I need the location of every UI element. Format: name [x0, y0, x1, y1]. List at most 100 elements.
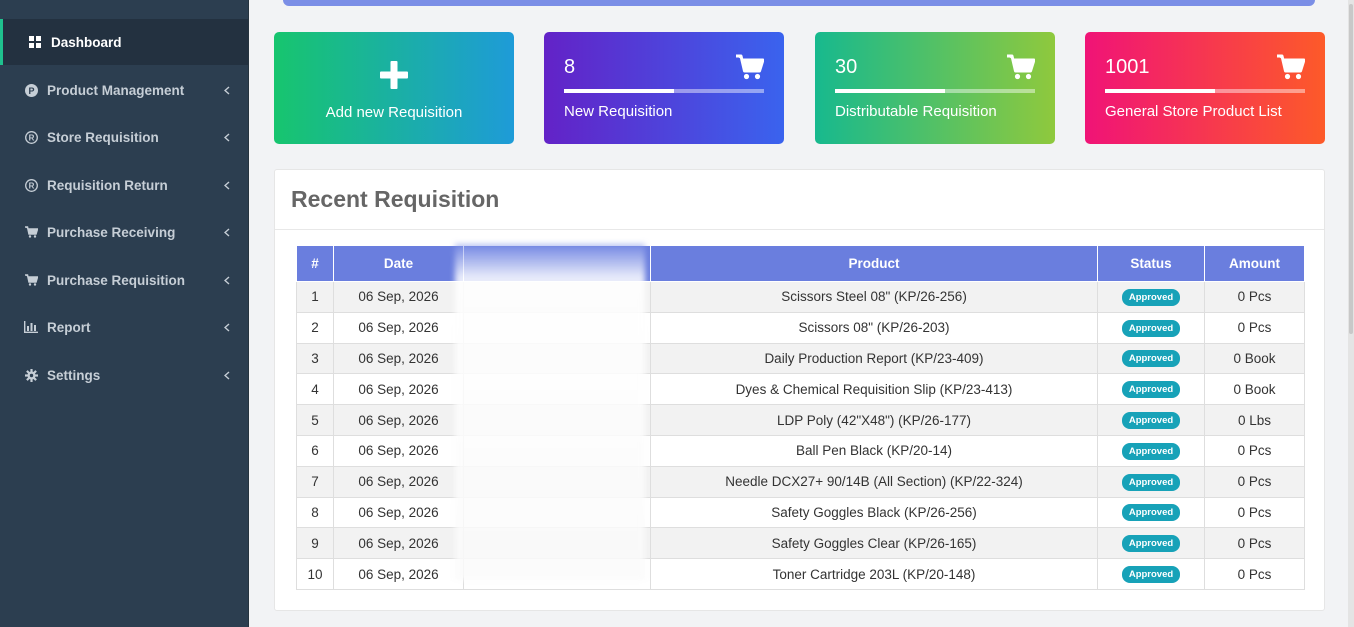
- row-status: Approved: [1097, 311, 1205, 344]
- page-scrollbar[interactable]: [1348, 0, 1354, 627]
- table-row[interactable]: 5 06 Sep, 2026 LDP Poly (42"X48") (KP/26-1…: [296, 404, 1305, 436]
- column-header-amount[interactable]: Amount: [1204, 245, 1305, 282]
- card-label: General Store Product List: [1105, 103, 1282, 120]
- sidebar: Dashboard P Product Management R Store R…: [0, 0, 249, 627]
- new-requisition-card[interactable]: 8 New Requisition: [544, 32, 784, 144]
- table-row[interactable]: 1 06 Sep, 2026 Scissors Steel 08" (KP/26-2…: [296, 281, 1305, 313]
- row-redacted: [463, 527, 651, 560]
- sidebar-item-settings[interactable]: Settings: [0, 352, 249, 398]
- row-date: 06 Sep, 2026: [333, 342, 464, 375]
- row-number: 10: [296, 558, 334, 590]
- row-redacted: [463, 496, 651, 529]
- row-date: 06 Sep, 2026: [333, 404, 464, 436]
- column-header-redacted[interactable]: [463, 245, 651, 282]
- sidebar-item-store-requisition[interactable]: R Store Requisition: [0, 114, 249, 160]
- sidebar-item-label: Requisition Return: [47, 177, 168, 193]
- sidebar-item-report[interactable]: Report: [0, 304, 249, 350]
- registered-icon: R: [24, 178, 38, 192]
- row-amount: 0 Pcs: [1204, 281, 1305, 313]
- card-count: 30: [835, 56, 858, 78]
- row-product: Dyes & Chemical Requisition Slip (KP/23-…: [650, 373, 1098, 406]
- sidebar-item-label: Store Requisition: [47, 129, 159, 145]
- row-number: 1: [296, 281, 334, 313]
- row-date: 06 Sep, 2026: [333, 558, 464, 590]
- table-row[interactable]: 2 06 Sep, 2026 Scissors 08" (KP/26-203) App…: [296, 311, 1305, 344]
- grid-icon: [28, 35, 42, 49]
- progress-bar: [564, 89, 764, 93]
- plus-icon: [380, 61, 408, 89]
- row-status: Approved: [1097, 496, 1205, 529]
- row-redacted: [463, 558, 651, 590]
- sidebar-item-purchase-requisition[interactable]: Purchase Requisition: [0, 257, 249, 303]
- row-number: 6: [296, 434, 334, 467]
- recent-requisition-panel: Recent Requisition # Date Product Status…: [274, 169, 1325, 611]
- row-redacted: [463, 404, 651, 436]
- status-badge: Approved: [1121, 504, 1181, 522]
- table-row[interactable]: 3 06 Sep, 2026 Daily Production Report (KP…: [296, 342, 1305, 375]
- cart-icon: [736, 54, 765, 80]
- table-row[interactable]: 8 06 Sep, 2026 Safety Goggles Black (KP/26…: [296, 496, 1305, 529]
- row-status: Approved: [1097, 434, 1205, 467]
- progress-fill: [835, 89, 945, 93]
- progress-fill: [1105, 89, 1215, 93]
- recent-requisition-table: # Date Product Status Amount 1 06 Sep, 20…: [296, 245, 1305, 590]
- status-badge: Approved: [1121, 350, 1181, 368]
- row-status: Approved: [1097, 342, 1205, 375]
- sidebar-item-label: Settings: [47, 367, 101, 383]
- cart-icon: [24, 273, 38, 287]
- column-header-date[interactable]: Date: [333, 245, 464, 282]
- column-header-product[interactable]: Product: [650, 245, 1098, 282]
- row-product: Ball Pen Black (KP/20-14): [650, 434, 1098, 467]
- row-redacted: [463, 465, 651, 498]
- row-date: 06 Sep, 2026: [333, 465, 464, 498]
- table-row[interactable]: 6 06 Sep, 2026 Ball Pen Black (KP/20-14) Ap…: [296, 434, 1305, 467]
- row-date: 06 Sep, 2026: [333, 373, 464, 406]
- row-status: Approved: [1097, 281, 1205, 313]
- chevron-left-icon: [219, 322, 235, 332]
- cart-icon: [24, 225, 38, 239]
- row-product: Needle DCX27+ 90/14B (All Section) (KP/2…: [650, 465, 1098, 498]
- status-badge: Approved: [1121, 319, 1181, 337]
- gear-icon: [24, 368, 38, 382]
- bar-chart-icon: [24, 320, 38, 334]
- column-header-status[interactable]: Status: [1097, 245, 1205, 282]
- table-row[interactable]: 10 06 Sep, 2026 Toner Cartridge 203L (KP/2…: [296, 558, 1305, 590]
- card-label: Add new Requisition: [325, 104, 463, 121]
- row-redacted: [463, 311, 651, 344]
- status-badge: Approved: [1121, 442, 1181, 460]
- row-number: 3: [296, 342, 334, 375]
- row-date: 06 Sep, 2026: [333, 496, 464, 529]
- row-amount: 0 Pcs: [1204, 434, 1305, 467]
- row-number: 7: [296, 465, 334, 498]
- row-product: Safety Goggles Black (KP/26-256): [650, 496, 1098, 529]
- status-badge: Approved: [1121, 381, 1181, 399]
- scrollbar-thumb[interactable]: [1349, 4, 1353, 334]
- progress-bar: [1105, 89, 1305, 93]
- row-product: Daily Production Report (KP/23-409): [650, 342, 1098, 375]
- chevron-left-icon: [219, 227, 235, 237]
- sidebar-item-requisition-return[interactable]: R Requisition Return: [0, 162, 249, 208]
- row-amount: 0 Book: [1204, 342, 1305, 375]
- sidebar-item-dashboard[interactable]: Dashboard: [0, 19, 249, 65]
- table-row[interactable]: 4 06 Sep, 2026 Dyes & Chemical Requisition…: [296, 373, 1305, 406]
- table-row[interactable]: 7 06 Sep, 2026 Needle DCX27+ 90/14B (All S…: [296, 465, 1305, 498]
- row-amount: 0 Pcs: [1204, 496, 1305, 529]
- chevron-left-icon: [219, 275, 235, 285]
- row-product: LDP Poly (42"X48") (KP/26-177): [650, 404, 1098, 436]
- row-number: 2: [296, 311, 334, 344]
- sidebar-item-product-management[interactable]: P Product Management: [0, 67, 249, 113]
- sidebar-item-purchase-receiving[interactable]: Purchase Receiving: [0, 209, 249, 255]
- add-new-requisition-card[interactable]: Add new Requisition: [274, 32, 514, 144]
- row-product: Scissors 08" (KP/26-203): [650, 311, 1098, 344]
- card-label: Distributable Requisition: [835, 103, 997, 120]
- row-number: 5: [296, 404, 334, 436]
- distributable-requisition-card[interactable]: 30 Distributable Requisition: [815, 32, 1055, 144]
- column-header-number[interactable]: #: [296, 245, 334, 282]
- card-count: 1001: [1105, 56, 1150, 78]
- row-redacted: [463, 434, 651, 467]
- general-store-product-list-card[interactable]: 1001 General Store Product List: [1085, 32, 1325, 144]
- table-row[interactable]: 9 06 Sep, 2026 Safety Goggles Clear (KP/26…: [296, 527, 1305, 560]
- row-amount: 0 Pcs: [1204, 527, 1305, 560]
- progress-bar: [835, 89, 1035, 93]
- progress-fill: [564, 89, 674, 93]
